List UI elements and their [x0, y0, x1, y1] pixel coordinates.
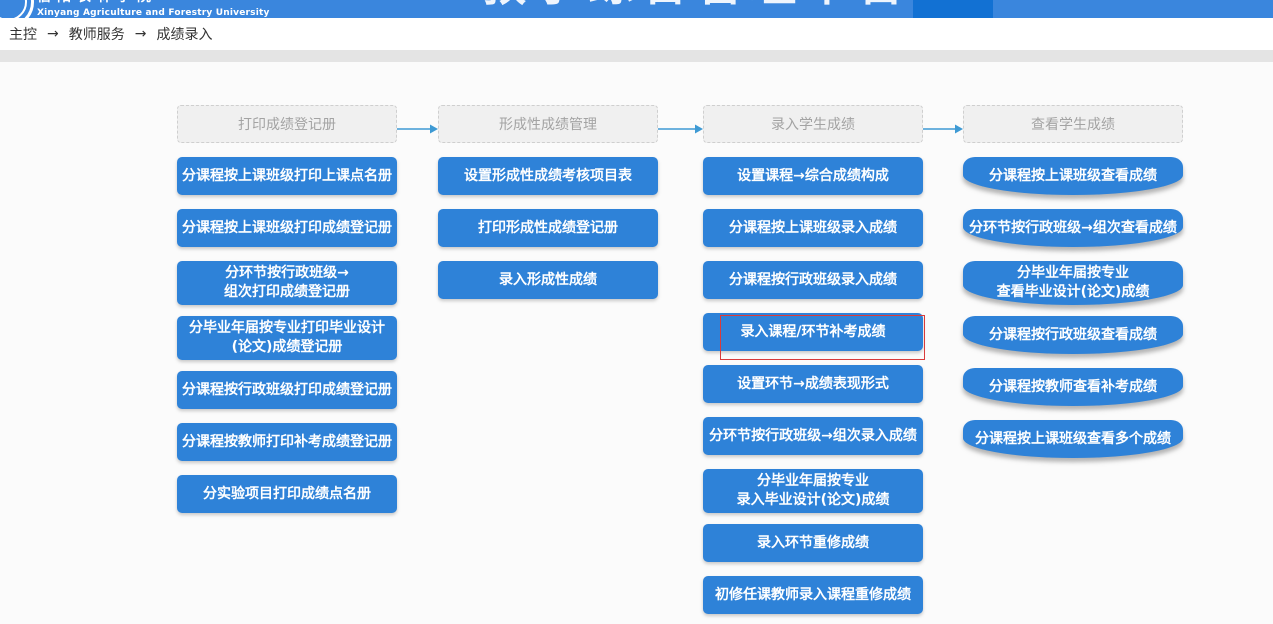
flow-button[interactable]: 设置环节→成绩表现形式 — [703, 365, 923, 403]
flow-column-3: 录入学生成绩设置课程→综合成绩构成分课程按上课班级录入成绩分课程按行政班级录入成… — [703, 62, 923, 624]
flow-button[interactable]: 录入形成性成绩 — [438, 261, 658, 299]
flow-column-1: 打印成绩登记册分课程按上课班级打印上课点名册分课程按上课班级打印成绩登记册分环节… — [177, 62, 397, 624]
breadcrumb-item-home[interactable]: 主控 — [9, 24, 37, 44]
stage-header: 形成性成绩管理 — [438, 105, 658, 143]
active-nav-tab[interactable] — [913, 0, 993, 18]
flow-button[interactable]: 分课程按教师打印补考成绩登记册 — [177, 423, 397, 461]
flow-button[interactable]: 分课程按上课班级打印上课点名册 — [177, 157, 397, 195]
flow-button[interactable]: 分课程按上课班级查看多个成绩 — [963, 420, 1183, 458]
flow-button[interactable]: 分课程按行政班级查看成绩 — [963, 316, 1183, 354]
flow-button[interactable]: 分毕业年届按专业 录入毕业设计(论文)成绩 — [703, 469, 923, 513]
flow-button[interactable]: 录入课程/环节补考成绩 — [703, 313, 923, 351]
flow-button[interactable]: 分环节按行政班级→ 组次打印成绩登记册 — [177, 261, 397, 305]
flow-button[interactable]: 初修任课教师录入课程重修成绩 — [703, 576, 923, 614]
breadcrumb: 主控 → 教师服务 → 成绩录入 — [0, 18, 1273, 50]
flow-button[interactable]: 分毕业年届按专业打印毕业设计 (论文)成绩登记册 — [177, 316, 397, 360]
stage-header: 录入学生成绩 — [703, 105, 923, 143]
flowchart: 打印成绩登记册分课程按上课班级打印上课点名册分课程按上课班级打印成绩登记册分环节… — [0, 62, 1273, 624]
flow-column-2: 形成性成绩管理设置形成性成绩考核项目表打印形成性成绩登记册录入形成性成绩 — [438, 62, 658, 624]
university-name-en: Xinyang Agriculture and Forestry Univers… — [37, 8, 270, 18]
flow-button[interactable]: 分课程按行政班级打印成绩登记册 — [177, 371, 397, 409]
flow-button[interactable]: 分环节按行政班级→组次查看成绩 — [963, 209, 1183, 247]
university-logo-icon — [0, 0, 34, 18]
flow-arrow-icon — [923, 119, 963, 129]
breadcrumb-arrow-icon: → — [135, 26, 147, 42]
flow-column-4: 查看学生成绩分课程按上课班级查看成绩分环节按行政班级→组次查看成绩分毕业年届按专… — [963, 62, 1183, 624]
divider-band — [0, 50, 1273, 62]
university-name-zh-text: 信阳农林学院 — [37, 0, 217, 7]
flow-button[interactable]: 分课程按教师查看补考成绩 — [963, 368, 1183, 406]
flow-button[interactable]: 设置课程→综合成绩构成 — [703, 157, 923, 195]
stage-header: 查看学生成绩 — [963, 105, 1183, 143]
flow-arrow-icon — [397, 119, 438, 129]
flow-button[interactable]: 分课程按上课班级录入成绩 — [703, 209, 923, 247]
flow-button[interactable]: 分课程按上课班级打印成绩登记册 — [177, 209, 397, 247]
university-name-zh-cropped: 信阳农林学院 — [37, 0, 217, 7]
flow-button[interactable]: 分毕业年届按专业 查看毕业设计(论文)成绩 — [963, 261, 1183, 305]
flow-button[interactable]: 分课程按行政班级录入成绩 — [703, 261, 923, 299]
flow-button[interactable]: 设置形成性成绩考核项目表 — [438, 157, 658, 195]
stage-header: 打印成绩登记册 — [177, 105, 397, 143]
breadcrumb-arrow-icon: → — [47, 26, 59, 42]
flow-button[interactable]: 打印形成性成绩登记册 — [438, 209, 658, 247]
flow-button[interactable]: 分实验项目打印成绩点名册 — [177, 475, 397, 513]
flow-button[interactable]: 录入环节重修成绩 — [703, 524, 923, 562]
top-header-bar: 信阳农林学院 Xinyang Agriculture and Forestry … — [0, 0, 1273, 18]
flow-button[interactable]: 分环节按行政班级→组次录入成绩 — [703, 417, 923, 455]
flow-button[interactable]: 分课程按上课班级查看成绩 — [963, 157, 1183, 195]
breadcrumb-item-teacher-services[interactable]: 教师服务 — [69, 24, 125, 44]
flow-arrow-icon — [658, 119, 703, 129]
breadcrumb-item-grade-entry: 成绩录入 — [156, 24, 212, 44]
